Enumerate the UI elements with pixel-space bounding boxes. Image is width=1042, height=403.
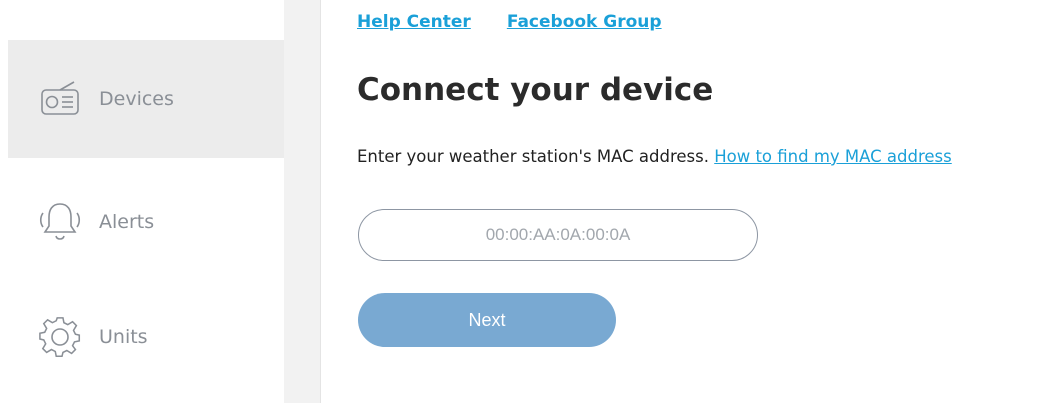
facebook-group-link[interactable]: Facebook Group bbox=[507, 12, 662, 32]
page: Devices Alerts Units Help Center Faceboo… bbox=[0, 0, 1042, 403]
sidebar-divider bbox=[284, 0, 321, 403]
mac-address-input[interactable] bbox=[358, 209, 758, 261]
instruction-text: Enter your weather station's MAC address… bbox=[357, 147, 952, 166]
bell-ringing-icon bbox=[35, 197, 85, 247]
next-button[interactable]: Next bbox=[358, 293, 616, 347]
sidebar-item-label: Units bbox=[99, 326, 148, 348]
help-center-link[interactable]: Help Center bbox=[357, 12, 471, 32]
main-content: Help Center Facebook Group Connect your … bbox=[321, 0, 1042, 403]
sidebar-item-alerts[interactable]: Alerts bbox=[8, 160, 284, 284]
sidebar-item-units[interactable]: Units bbox=[8, 275, 284, 399]
radio-icon bbox=[35, 74, 85, 124]
sidebar-item-label: Alerts bbox=[99, 211, 155, 233]
mac-help-link[interactable]: How to find my MAC address bbox=[714, 147, 952, 166]
page-title: Connect your device bbox=[357, 72, 714, 108]
header-links: Help Center Facebook Group bbox=[357, 12, 662, 32]
sidebar: Devices Alerts Units bbox=[0, 0, 284, 403]
sidebar-item-label: Devices bbox=[99, 88, 174, 110]
sidebar-item-devices[interactable]: Devices bbox=[8, 40, 284, 158]
instruction-label: Enter your weather station's MAC address… bbox=[357, 147, 715, 166]
gear-icon bbox=[35, 312, 85, 362]
